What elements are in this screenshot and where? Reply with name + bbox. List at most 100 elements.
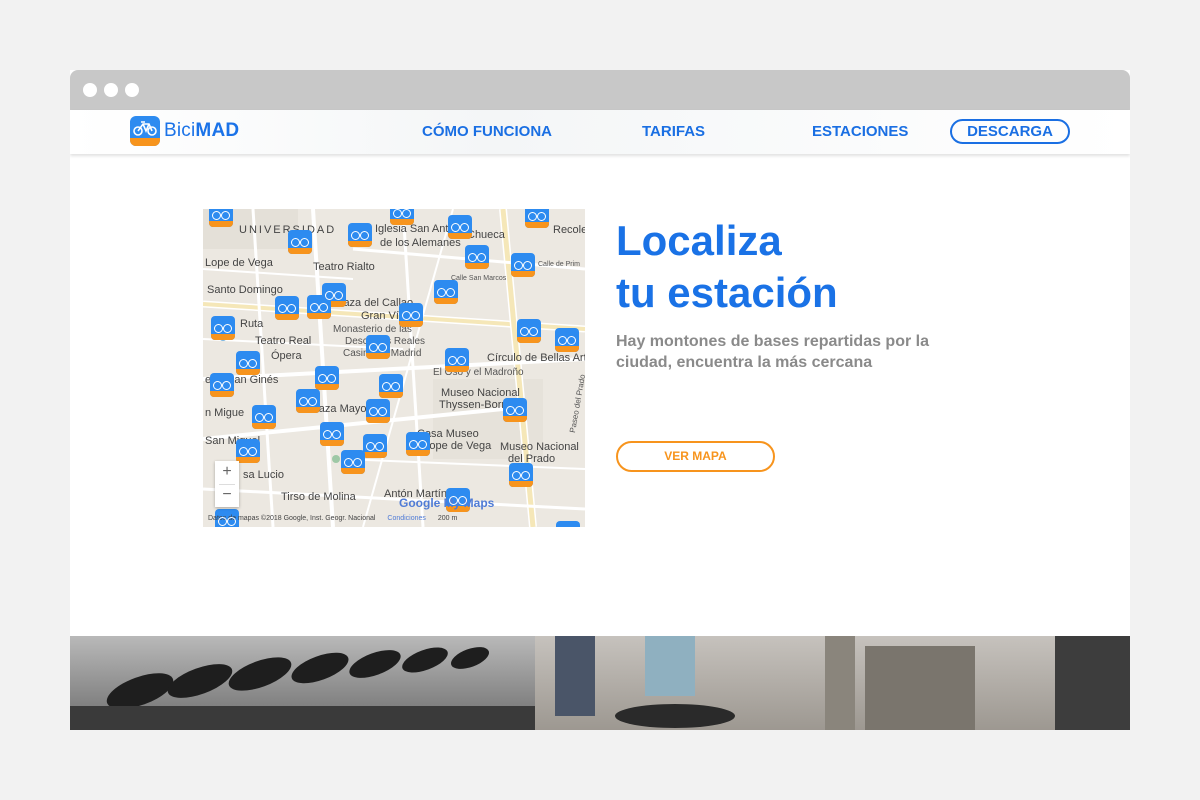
map-label: Tirso de Molina — [281, 491, 356, 503]
station-marker[interactable] — [307, 295, 331, 319]
street-photo — [535, 636, 1130, 730]
bicycle-icon — [310, 299, 328, 312]
station-marker[interactable] — [448, 215, 472, 239]
bikes-photo-banner — [70, 636, 1130, 730]
view-map-button[interactable]: VER MAPA — [616, 441, 775, 472]
map-zoom-controls: + − — [215, 461, 239, 507]
station-marker[interactable] — [210, 373, 234, 397]
station-marker[interactable] — [399, 303, 423, 327]
bicycle-icon — [448, 352, 466, 365]
bicycle-icon — [558, 332, 576, 345]
station-marker[interactable] — [236, 351, 260, 375]
station-marker[interactable] — [363, 434, 387, 458]
station-marker[interactable] — [236, 439, 260, 463]
station-marker[interactable] — [511, 253, 535, 277]
bicimad-logo[interactable]: BiciMAD — [130, 116, 239, 146]
map-label: Círculo de Bellas Arte — [487, 352, 585, 364]
window-control-dot[interactable] — [125, 83, 139, 97]
station-marker[interactable] — [348, 223, 372, 247]
bicycle-icon — [278, 300, 296, 313]
map-label: Teatro Rialto — [313, 261, 375, 273]
station-marker[interactable] — [517, 319, 541, 343]
bicycle-icon — [451, 219, 469, 232]
bicycle-icon — [528, 209, 546, 221]
station-marker[interactable] — [525, 209, 549, 228]
window-control-dot[interactable] — [83, 83, 97, 97]
bicycle-icon — [299, 393, 317, 406]
map-label: Recole — [553, 224, 585, 236]
station-marker[interactable] — [275, 296, 299, 320]
bicycle-icon — [255, 409, 273, 422]
station-marker[interactable] — [555, 328, 579, 352]
bicycle-icon — [514, 257, 532, 270]
station-marker[interactable] — [434, 280, 458, 304]
station-marker[interactable] — [320, 422, 344, 446]
bicycle-icon — [214, 320, 232, 333]
station-marker[interactable] — [211, 316, 235, 340]
bicycle-icon — [325, 287, 343, 300]
window-control-dot[interactable] — [104, 83, 118, 97]
docked-bikes-photo — [70, 636, 535, 730]
map-label: Chueca — [467, 229, 505, 241]
bicycle-icon — [512, 467, 530, 480]
station-marker[interactable] — [556, 521, 580, 527]
zoom-divider — [219, 484, 235, 485]
logo-wordmark: BiciMAD — [164, 120, 240, 141]
bicycle-icon — [318, 370, 336, 383]
station-marker[interactable] — [465, 245, 489, 269]
station-marker[interactable] — [379, 374, 403, 398]
bicycle-icon — [212, 209, 230, 220]
stations-map[interactable]: UNIVERSIDAD Iglesia San Antón de los Ale… — [203, 209, 585, 527]
station-marker[interactable] — [252, 405, 276, 429]
bicycle-icon — [366, 438, 384, 451]
station-marker[interactable] — [341, 450, 365, 474]
bicycle-icon — [402, 307, 420, 320]
station-marker[interactable] — [288, 230, 312, 254]
bicycle-icon — [437, 284, 455, 297]
station-marker[interactable] — [445, 348, 469, 372]
map-label: Museo Nacional — [500, 441, 579, 453]
station-marker[interactable] — [315, 366, 339, 390]
bicycle-icon — [369, 339, 387, 352]
bicycle-icon — [344, 454, 362, 467]
download-button[interactable]: DESCARGA — [950, 119, 1070, 144]
station-marker[interactable] — [215, 509, 239, 527]
map-label: Ruta — [240, 318, 264, 330]
station-marker[interactable] — [366, 399, 390, 423]
bicycle-icon — [520, 323, 538, 336]
nav-link-como-funciona[interactable]: CÓMO FUNCIONA — [422, 123, 552, 140]
map-scale: 200 m — [437, 515, 458, 522]
hero-title-line: tu estación — [616, 269, 838, 316]
bicycle-icon — [351, 227, 369, 240]
station-marker[interactable] — [209, 209, 233, 227]
map-label: Santo Domingo — [207, 284, 283, 296]
station-marker[interactable] — [296, 389, 320, 413]
nav-link-estaciones[interactable]: ESTACIONES — [812, 123, 908, 140]
map-label: Ópera — [271, 350, 302, 362]
station-marker[interactable] — [366, 335, 390, 359]
bicycle-icon — [323, 426, 341, 439]
bicycle-icon — [393, 209, 411, 218]
station-marker[interactable] — [509, 463, 533, 487]
bicycle-icon — [382, 378, 400, 391]
bicycle-icon — [409, 436, 427, 449]
zoom-in-button[interactable]: + — [215, 461, 239, 484]
station-marker[interactable] — [503, 398, 527, 422]
bicycle-icon — [291, 234, 309, 247]
station-marker[interactable] — [406, 432, 430, 456]
bicycle-icon — [239, 355, 257, 368]
site-header: BiciMAD CÓMO FUNCIONA TARIFAS ESTACIONES… — [70, 110, 1130, 154]
bicycle-icon — [130, 116, 160, 146]
bicycle-icon — [213, 377, 231, 390]
nav-link-tarifas[interactable]: TARIFAS — [642, 123, 705, 140]
hero-title-line: Localiza — [616, 217, 782, 264]
map-label: n Migue — [205, 407, 245, 419]
bicycle-icon — [559, 525, 577, 527]
browser-window: BiciMAD CÓMO FUNCIONA TARIFAS ESTACIONES… — [70, 70, 1130, 730]
terms-link[interactable]: Condiciones — [387, 515, 426, 522]
bicycle-icon — [449, 492, 467, 505]
hero-title: Localiza tu estación — [616, 215, 1036, 319]
zoom-out-button[interactable]: − — [215, 484, 239, 507]
station-marker[interactable] — [390, 209, 414, 225]
browser-title-bar — [70, 70, 1130, 110]
